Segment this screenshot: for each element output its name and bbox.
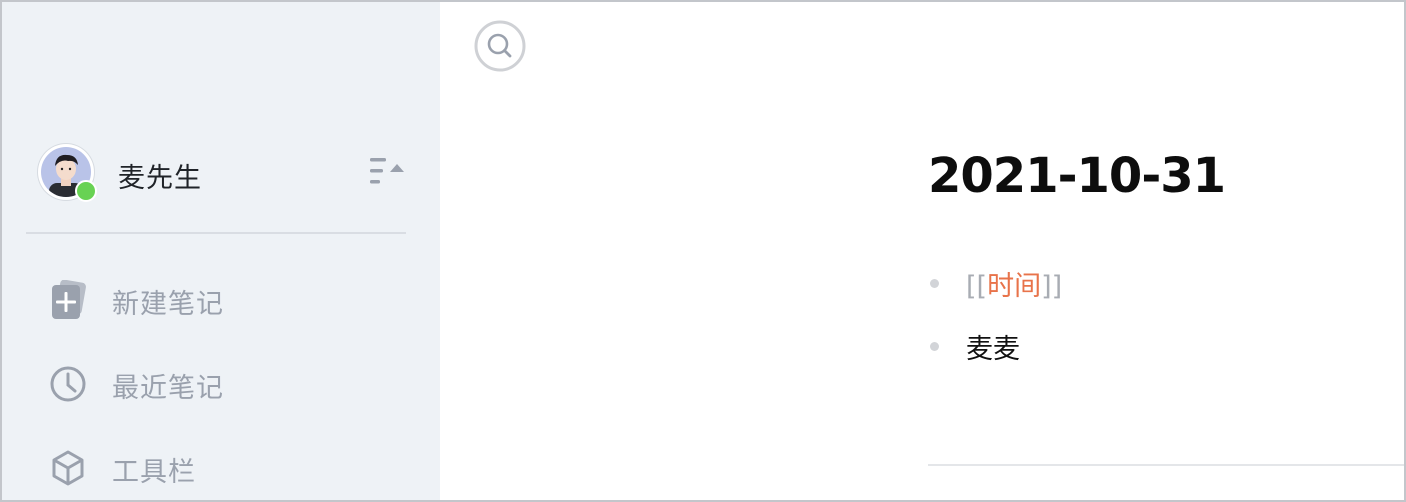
menu-item-new-note[interactable]: 新建笔记: [48, 276, 388, 324]
divider: [928, 464, 1404, 466]
menu-item-label: 工具栏: [112, 457, 196, 488]
search-button[interactable]: [474, 20, 526, 72]
menu-item-toolbar[interactable]: 工具栏: [48, 444, 388, 492]
link-bracket-open: [[: [966, 271, 988, 302]
menu-item-label: 新建笔记: [112, 289, 224, 320]
clock-icon: [48, 364, 88, 404]
bullet-dot: [930, 279, 939, 288]
search-icon: [474, 20, 526, 72]
sort-button[interactable]: [368, 156, 408, 188]
online-status-dot: [75, 180, 97, 202]
link-bracket-close: ]]: [1041, 271, 1063, 302]
sort-ascending-icon: [370, 158, 404, 184]
cube-icon: [48, 448, 88, 488]
main-content: 2021-10-31 [[时间]] 麦麦: [440, 2, 1404, 500]
page-title: 2021-10-31: [928, 148, 1226, 204]
list-item: 麦麦: [930, 327, 1406, 367]
page-link[interactable]: 时间: [987, 271, 1041, 302]
list-item: [[时间]]: [930, 264, 1406, 304]
menu-item-recent-notes[interactable]: 最近笔记: [48, 360, 388, 408]
sidebar: 麦先生 新建笔记 最近笔记 工具栏: [2, 2, 440, 500]
username: 麦先生: [118, 163, 202, 194]
new-note-icon: [48, 279, 88, 320]
bullet-text: [[时间]]: [966, 264, 1062, 303]
bullet-dot: [930, 342, 939, 351]
menu-item-label: 最近笔记: [112, 373, 224, 404]
bullet-text[interactable]: 麦麦: [966, 327, 1020, 366]
user-profile[interactable]: 麦先生: [38, 144, 416, 202]
sidebar-divider: [26, 232, 406, 234]
